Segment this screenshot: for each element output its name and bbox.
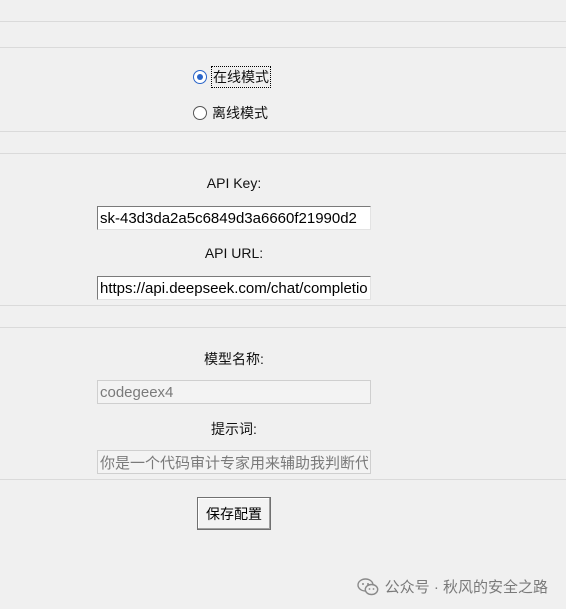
model-name-input[interactable] bbox=[97, 380, 371, 404]
prompt-label: 提示词: bbox=[211, 421, 257, 437]
divider bbox=[0, 305, 566, 306]
api-key-label: API Key: bbox=[206, 175, 262, 191]
settings-panel: 在线模式 离线模式 API Key: API URL: 模型名称: 提示词: 保… bbox=[0, 0, 566, 609]
offline-mode-radio[interactable]: 离线模式 bbox=[193, 102, 268, 124]
prompt-input[interactable] bbox=[97, 450, 371, 474]
radio-checked-icon bbox=[193, 70, 207, 84]
api-url-label: API URL: bbox=[204, 245, 264, 261]
divider bbox=[0, 153, 566, 154]
divider bbox=[0, 479, 566, 480]
online-mode-radio[interactable]: 在线模式 bbox=[193, 66, 271, 88]
online-mode-label: 在线模式 bbox=[211, 66, 271, 88]
api-key-input[interactable] bbox=[97, 206, 371, 230]
divider bbox=[0, 47, 566, 48]
save-config-button[interactable]: 保存配置 bbox=[197, 497, 271, 530]
divider bbox=[0, 131, 566, 132]
wechat-icon bbox=[356, 577, 379, 595]
divider bbox=[0, 21, 566, 22]
watermark: 公众号 · 秋风的安全之路 bbox=[356, 576, 548, 597]
api-url-input[interactable] bbox=[97, 276, 371, 300]
divider bbox=[0, 327, 566, 328]
offline-mode-label: 离线模式 bbox=[212, 105, 268, 121]
model-name-label: 模型名称: bbox=[204, 351, 264, 367]
radio-unchecked-icon bbox=[193, 106, 207, 120]
watermark-text: 公众号 · 秋风的安全之路 bbox=[384, 579, 548, 596]
